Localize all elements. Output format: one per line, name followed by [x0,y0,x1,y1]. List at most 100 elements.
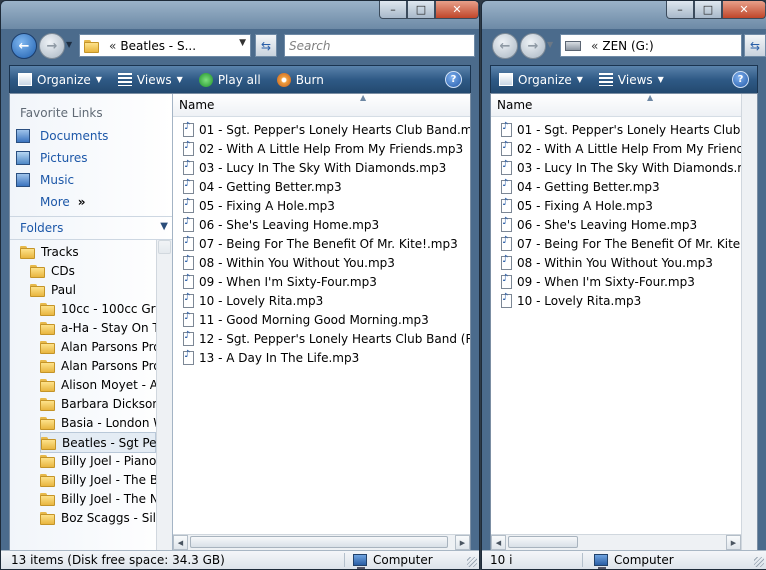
tree-item[interactable]: Tracks [20,242,156,261]
help-button[interactable]: ? [445,71,462,88]
column-header-name[interactable]: Name ▲ [173,94,470,117]
audio-file-icon [501,178,512,194]
file-item[interactable]: 04 - Getting Better.mp3 [501,177,660,196]
file-horizontal-scrollbar[interactable]: ◀ ▶ [491,534,741,550]
refresh-button[interactable]: ⇆ [744,34,766,57]
tree-item[interactable]: Alison Moyet - Alf [40,375,166,394]
file-item[interactable]: 11 - Good Morning Good Morning.mp3 [183,310,429,329]
tree-vertical-scrollbar[interactable] [156,240,172,550]
file-item[interactable]: 13 - A Day In The Life.mp3 [183,348,359,367]
scroll-left-button[interactable]: ◀ [491,535,506,550]
scroll-right-button[interactable]: ▶ [726,535,741,550]
file-item[interactable]: 07 - Being For The Benefit Of Mr. Kite!.… [501,234,741,253]
file-item[interactable]: 05 - Fixing A Hole.mp3 [501,196,653,215]
link-more[interactable]: More » [40,195,86,209]
file-horizontal-scrollbar[interactable]: ◀ ▶ [173,534,470,550]
recent-pages-dropdown-icon[interactable]: ▼ [547,40,553,49]
tree-item[interactable]: a-Ha - Stay On These Roads [40,318,172,337]
file-item[interactable]: 04 - Getting Better.mp3 [183,177,342,196]
tree-item[interactable]: Basia - London Warsaw New York [40,413,172,432]
collapse-chevron-icon[interactable]: ▼ [160,221,168,232]
views-button[interactable]: Views ▼ [591,73,672,87]
burn-button[interactable]: Burn [269,72,332,87]
tree-scroll-thumb[interactable] [158,240,171,254]
file-item[interactable]: 03 - Lucy In The Sky With Diamonds.mp3 [501,158,741,177]
file-name: 05 - Fixing A Hole.mp3 [517,198,653,213]
help-button[interactable]: ? [732,71,749,88]
file-item[interactable]: 09 - When I'm Sixty-Four.mp3 [501,272,695,291]
search-input[interactable]: Search [284,34,475,57]
file-item[interactable]: 02 - With A Little Help From My Friends.… [183,139,463,158]
file-list-pane: Name ▲ 01 - Sgt. Pepper's Lonely Hearts … [491,94,741,550]
audio-file-icon [183,216,194,232]
recent-pages-dropdown-icon[interactable]: ▼ [66,40,72,49]
horizontal-scroll-thumb[interactable] [190,536,448,548]
tree-item[interactable]: Alan Parsons Project [40,356,172,375]
address-chevron[interactable]: « [591,39,598,53]
folders-header[interactable]: Folders ▼ [10,216,172,240]
resize-grip[interactable] [467,557,477,567]
tree-item[interactable]: Barbara Dickson - All For A Song [40,394,172,413]
back-button[interactable]: ← [492,33,518,59]
link-pictures[interactable]: Pictures [16,151,88,165]
file-item[interactable]: 08 - Within You Without You.mp3 [183,253,395,272]
address-path[interactable]: ZEN (G:) [602,39,653,53]
file-item[interactable]: 06 - She's Leaving Home.mp3 [183,215,379,234]
file-item[interactable]: 09 - When I'm Sixty-Four.mp3 [183,272,377,291]
address-dropdown-icon[interactable]: ▼ [239,38,246,48]
tree-item[interactable]: Boz Scaggs - Silk Degrees [40,508,172,527]
tree-item[interactable]: Billy Joel - The Bridge [40,470,172,489]
tree-item[interactable]: Beatles - Sgt Pepper [40,432,172,453]
file-item[interactable]: 10 - Lovely Rita.mp3 [501,291,641,310]
column-name-label: Name [497,98,533,112]
maximize-button[interactable]: □ [694,1,722,19]
file-item[interactable]: 02 - With A Little Help From My Friends.… [501,139,741,158]
minimize-button[interactable]: – [379,1,407,19]
file-vertical-scrollbar[interactable] [741,94,757,550]
organize-button[interactable]: Organize ▼ [491,73,591,87]
address-bar[interactable]: « Beatles - S... ▼ [79,34,251,57]
file-item[interactable]: 05 - Fixing A Hole.mp3 [183,196,335,215]
file-item[interactable]: 01 - Sgt. Pepper's Lonely Hearts Club Ba… [501,120,741,139]
tree-item[interactable]: Alan Parsons Project [40,337,172,356]
close-button[interactable]: ✕ [435,1,479,19]
file-name: 03 - Lucy In The Sky With Diamonds.mp3 [517,160,741,175]
address-bar[interactable]: « ZEN (G:) [560,34,742,57]
link-music[interactable]: Music [16,173,74,187]
refresh-button[interactable]: ⇆ [255,34,277,57]
views-button[interactable]: Views ▼ [110,73,191,87]
audio-file-icon [183,254,194,270]
resize-grip[interactable] [754,557,764,567]
scroll-right-button[interactable]: ▶ [455,535,470,550]
tree-item[interactable]: Billy Joel - Piano Man [40,451,172,470]
tree-item[interactable]: Paul [30,280,156,299]
horizontal-scroll-thumb[interactable] [508,536,578,548]
file-item[interactable]: 12 - Sgt. Pepper's Lonely Hearts Club Ba… [183,329,470,348]
play-all-button[interactable]: Play all [191,72,269,87]
link-documents[interactable]: Documents [16,129,108,143]
address-chevron[interactable]: « [109,39,116,53]
column-header-name[interactable]: Name ▲ [491,94,741,117]
close-button[interactable]: ✕ [722,1,766,19]
explorer-body: Name ▲ 01 - Sgt. Pepper's Lonely Hearts … [490,93,758,551]
folder-icon [30,283,46,297]
file-item[interactable]: 10 - Lovely Rita.mp3 [183,291,323,310]
back-button[interactable]: ← [11,33,37,59]
forward-button[interactable]: → [39,33,65,59]
scroll-left-button[interactable]: ◀ [173,535,188,550]
minimize-button[interactable]: – [666,1,694,19]
organize-button[interactable]: Organize ▼ [10,73,110,87]
tree-item[interactable]: 10cc - 100cc Greatest Hits [40,299,172,318]
file-item[interactable]: 08 - Within You Without You.mp3 [501,253,713,272]
tree-item[interactable]: Billy Joel - The Nylon Curtain [40,489,172,508]
file-item[interactable]: 06 - She's Leaving Home.mp3 [501,215,697,234]
address-path[interactable]: Beatles - S... [120,39,196,53]
forward-button[interactable]: → [520,33,546,59]
file-item[interactable]: 07 - Being For The Benefit Of Mr. Kite!.… [183,234,458,253]
maximize-button[interactable]: □ [407,1,435,19]
file-item[interactable]: 03 - Lucy In The Sky With Diamonds.mp3 [183,158,446,177]
forward-arrow-icon: → [527,38,539,54]
tree-item[interactable]: CDs [30,261,156,280]
file-item[interactable]: 01 - Sgt. Pepper's Lonely Hearts Club Ba… [183,120,470,139]
file-name: 03 - Lucy In The Sky With Diamonds.mp3 [199,160,447,175]
